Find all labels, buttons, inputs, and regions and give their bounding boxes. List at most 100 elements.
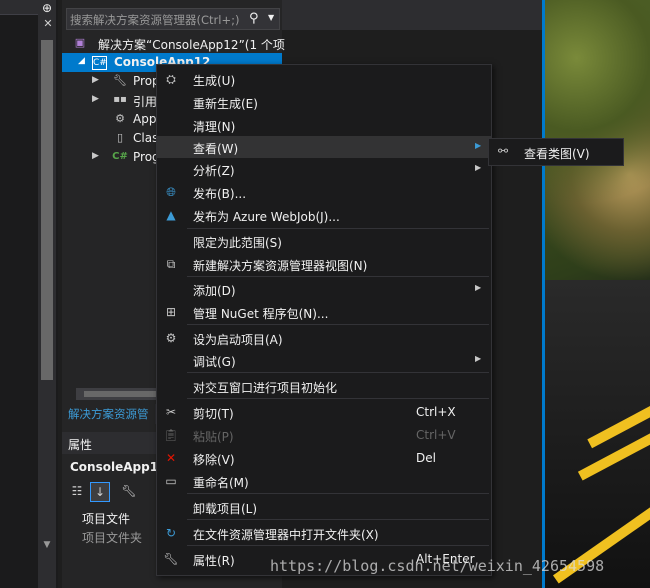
submenu-arrow-icon: ▶ [475, 354, 482, 363]
expand-icon[interactable]: ▶ [92, 75, 99, 85]
gear-icon: ⚙ [165, 331, 177, 345]
config-file-icon: ⚙ [115, 112, 125, 125]
menu-item-label: 发布为 Azure WebJob(J)... [193, 210, 340, 224]
solution-icon: ▣ [74, 36, 86, 49]
menu-separator [187, 276, 489, 277]
wrench-icon: 🔧︎ [113, 74, 127, 87]
scroll-down-icon[interactable]: ▼ [40, 540, 54, 550]
menu-item-view-class-diagram[interactable]: ⚯ 查看类图(V) [489, 139, 623, 165]
solution-label: 解决方案“ConsoleApp12”(1 个项 [98, 38, 285, 52]
search-placeholder[interactable]: 搜索解决方案资源管理器(Ctrl+;) [70, 12, 239, 28]
expand-icon[interactable]: ▶ [92, 151, 99, 161]
class-file-icon: ▯ [116, 131, 124, 144]
menu-item-publish[interactable]: 🌐︎ 发布(B)... [157, 181, 491, 203]
submenu-arrow-icon: ▶ [475, 283, 482, 292]
menu-item-publish-webjob[interactable]: ▲ 发布为 Azure WebJob(J)... [157, 204, 491, 226]
menu-item-shortcut: Ctrl+V [416, 428, 456, 442]
menu-item-label: 查看(W) [193, 142, 239, 156]
menu-separator [187, 493, 489, 494]
build-icon: ⛭ [166, 72, 176, 86]
menu-item-label: 设为启动项目(A) [193, 333, 283, 347]
nuget-icon: ⊞ [165, 305, 177, 319]
chevron-down-icon[interactable]: ▼ [268, 13, 276, 22]
left-scrollbar-thumb[interactable] [41, 40, 53, 380]
sort-alpha-icon[interactable]: ↓ [90, 482, 110, 502]
expand-icon[interactable]: ▶ [92, 94, 99, 104]
azure-icon: ▲ [166, 208, 176, 222]
menu-item-interactive-init[interactable]: 对交互窗口进行项目初始化 [157, 375, 491, 397]
tab-solution-explorer[interactable]: 解决方案资源管 [62, 404, 155, 424]
menu-item-remove[interactable]: ✕ 移除(V) Del [157, 447, 491, 469]
menu-item-shortcut: Ctrl+X [416, 405, 456, 419]
menu-item-label: 重新生成(E) [193, 97, 258, 111]
menu-item-label: 属性(R) [193, 554, 235, 568]
menu-item-analyze[interactable]: 分析(Z) ▶ [157, 158, 491, 180]
refresh-icon: ↻ [165, 526, 177, 540]
collapse-icon[interactable]: ◢ [78, 56, 85, 66]
class-diagram-icon: ⚯ [497, 144, 509, 158]
remove-icon: ✕ [165, 451, 177, 465]
paste-icon: 📋︎ [163, 428, 179, 442]
close-icon[interactable]: ✕ [42, 18, 54, 30]
scissors-icon: ✂ [165, 405, 177, 419]
menu-item-label: 剪切(T) [193, 407, 234, 421]
left-panel: ⊕ ✕ ▼ [0, 0, 58, 588]
left-panel-header [0, 0, 38, 15]
categorized-icon[interactable]: ☷ [68, 482, 86, 500]
menu-item-label: 新建解决方案资源管理器视图(N) [193, 259, 368, 273]
search-box[interactable]: 搜索解决方案资源管理器(Ctrl+;) ⚲ ▼ [66, 8, 280, 30]
menu-item-build[interactable]: ⛭ 生成(U) [157, 68, 491, 90]
menu-item-label: 限定为此范围(S) [193, 236, 282, 250]
tree-item-label: 引用 [133, 95, 158, 109]
menu-item-label: 生成(U) [193, 74, 236, 88]
menu-item-add[interactable]: 添加(D) ▶ [157, 278, 491, 300]
menu-item-label: 对交互窗口进行项目初始化 [193, 381, 338, 395]
menu-item-label: 查看类图(V) [524, 147, 590, 161]
menu-item-set-startup[interactable]: ⚙ 设为启动项目(A) [157, 327, 491, 349]
pin-icon[interactable]: ⊕ [40, 1, 54, 15]
wrench-icon: 🔧︎ [163, 552, 179, 566]
menu-separator [187, 372, 489, 373]
menu-item-unload[interactable]: 卸载项目(L) [157, 496, 491, 518]
context-menu: ⛭ 生成(U) 重新生成(E) 清理(N) 查看(W) ▶ 分析(Z) ▶ 🌐︎… [156, 64, 492, 576]
desktop-photo [545, 0, 650, 588]
view-submenu: ⚯ 查看类图(V) [488, 138, 624, 166]
menu-item-label: 管理 NuGet 程序包(N)... [193, 307, 329, 321]
search-icon[interactable]: ⚲ [249, 11, 263, 26]
menu-item-label: 粘贴(P) [193, 430, 234, 444]
csharp-file-icon: C# [112, 151, 128, 162]
editor-tab-strip [282, 0, 545, 30]
menu-item-label: 重命名(M) [193, 476, 249, 490]
watermark: https://blog.csdn.net/weixin_42654598 [270, 557, 605, 575]
menu-item-label: 移除(V) [193, 453, 235, 467]
menu-item-rename[interactable]: ▭ 重命名(M) [157, 470, 491, 492]
tree-row-solution[interactable]: ▣ 解决方案“ConsoleApp12”(1 个项 [62, 34, 285, 53]
menu-item-rebuild[interactable]: 重新生成(E) [157, 91, 491, 113]
properties-title: 属性 [68, 438, 93, 452]
properties-toolbar: ☷ ↓ 🔧︎ [68, 482, 168, 502]
submenu-arrow-icon: ▶ [475, 141, 482, 150]
menu-item-open-folder[interactable]: ↻ 在文件资源管理器中打开文件夹(X) [157, 522, 491, 544]
new-view-icon: ⧉ [166, 257, 176, 271]
menu-item-label: 添加(D) [193, 284, 236, 298]
menu-item-debug[interactable]: 调试(G) ▶ [157, 349, 491, 371]
menu-item-nuget[interactable]: ⊞ 管理 NuGet 程序包(N)... [157, 301, 491, 323]
references-icon: ▪▪ [113, 94, 127, 105]
properties-category: 项目文件 [82, 512, 131, 526]
menu-item-clean[interactable]: 清理(N) [157, 114, 491, 136]
menu-item-cut[interactable]: ✂ 剪切(T) Ctrl+X [157, 401, 491, 423]
menu-item-scope[interactable]: 限定为此范围(S) [157, 230, 491, 252]
menu-item-label: 发布(B)... [193, 187, 247, 201]
globe-icon: 🌐︎ [166, 185, 176, 199]
menu-separator [187, 398, 489, 399]
menu-item-label: 在文件资源管理器中打开文件夹(X) [193, 528, 379, 542]
tree-item-label: Clas [133, 131, 159, 145]
menu-item-view[interactable]: 查看(W) ▶ [157, 136, 491, 158]
wrench-icon[interactable]: 🔧︎ [120, 482, 138, 500]
properties-object-name[interactable]: ConsoleApp12 [70, 460, 166, 474]
menu-item-label: 卸载项目(L) [193, 502, 258, 516]
menu-item-label: 调试(G) [193, 355, 236, 369]
submenu-arrow-icon: ▶ [475, 163, 482, 172]
menu-item-new-view[interactable]: ⧉ 新建解决方案资源管理器视图(N) [157, 253, 491, 275]
properties-row[interactable]: 项目文件夹 [82, 529, 142, 546]
